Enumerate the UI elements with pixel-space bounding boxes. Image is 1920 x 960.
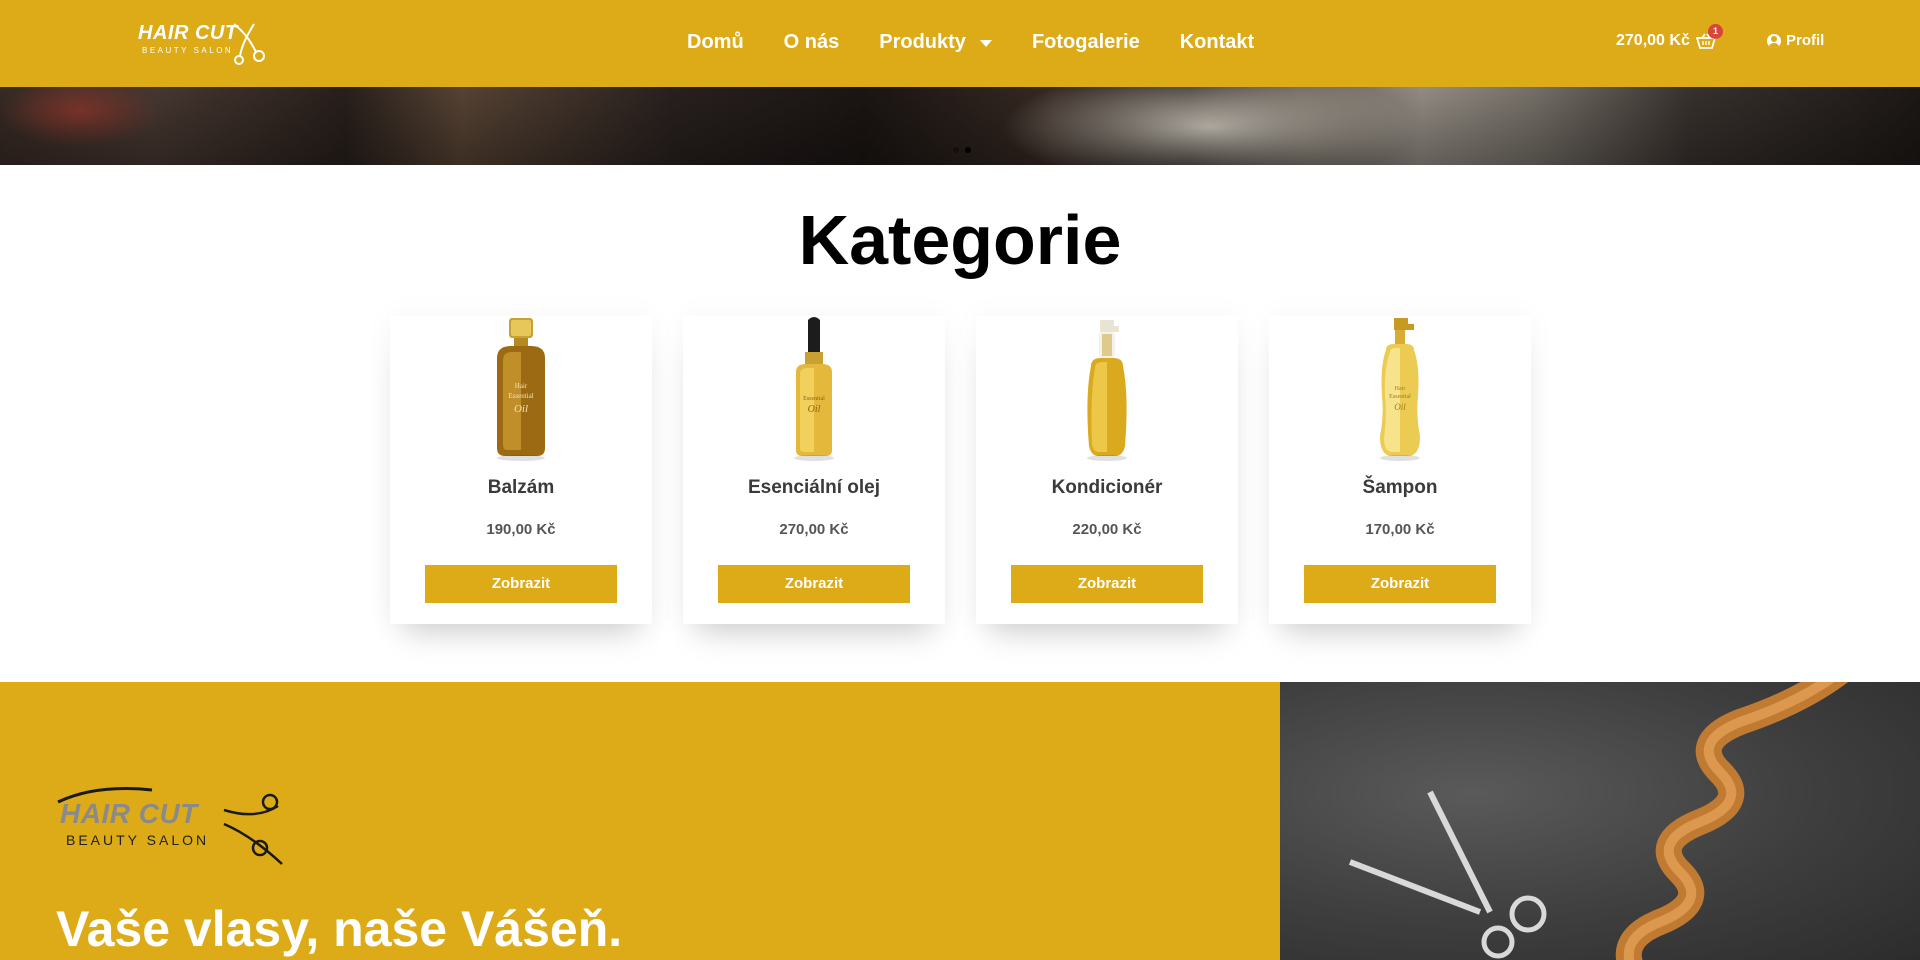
main-nav: Domů O nás Produkty Fotogalerie Kontakt [687,29,1294,55]
category-name[interactable]: Šampon [1269,477,1531,499]
logo[interactable]: HAIR CUT BEAUTY SALON [136,18,266,68]
view-button[interactable]: Zobrazit [1011,565,1203,603]
nav-item-gallery[interactable]: Fotogalerie [1032,31,1140,54]
nav-item-contact[interactable]: Kontakt [1180,31,1254,54]
slider-dot[interactable] [953,147,959,153]
svg-text:Essential: Essential [508,392,533,400]
profile-link[interactable]: Profil [1767,32,1824,49]
product-image[interactable]: Hair Essential Oil [390,316,652,462]
category-name[interactable]: Esenciální olej [683,477,945,499]
nav-label: Kontakt [1179,30,1255,53]
svg-text:Oil: Oil [808,404,821,415]
promo-image [1280,682,1920,960]
view-button[interactable]: Zobrazit [718,565,910,603]
category-name[interactable]: Kondicionér [976,477,1238,499]
svg-text:Oil: Oil [1394,402,1406,412]
svg-text:Oil: Oil [514,403,528,415]
category-price: 190,00 Kč [486,521,556,538]
category-name[interactable]: Balzám [390,477,652,499]
shampoo-bottle-icon: Hair Essential Oil [1380,318,1420,461]
category-price: 220,00 Kč [1072,521,1142,538]
nav-label: Produkty [879,30,966,53]
cart-total: 270,00 Kč [1616,32,1690,49]
hero-overlay [0,87,1920,165]
promo-logo-sub: BEAUTY SALON [66,832,210,848]
svg-text:Essential: Essential [803,396,825,402]
svg-text:Hair: Hair [1395,386,1406,392]
category-card: Essential Oil Esenciální olej 270,00 Kč … [683,316,945,624]
slider-dot-active[interactable] [965,147,971,153]
product-image[interactable]: Hair Essential Oil [1269,316,1531,462]
nav-label: Domů [687,30,744,53]
category-price: 170,00 Kč [1365,521,1435,538]
category-card: Hair Essential Oil Balzám 190,00 Kč Zobr… [390,316,652,624]
site-header: HAIR CUT BEAUTY SALON Domů O nás Produkt… [0,0,1920,87]
promo-tagline: Vaše vlasy, naše Vášeň. [56,901,623,957]
product-image[interactable] [976,316,1238,462]
promo-logo-brand: HAIR CUT [60,798,198,829]
svg-text:Essential: Essential [1389,394,1411,400]
logo-sub-text: BEAUTY SALON [142,46,234,55]
slider-dots [953,147,977,153]
cart-count-badge: 1 [1708,24,1723,39]
nav-item-about[interactable]: O nás [784,31,840,54]
category-card: Hair Essential Oil Šampon 170,00 Kč Zobr… [1269,316,1531,624]
cart-button[interactable]: 270,00 Kč [1616,32,1717,50]
scissors-icon [233,23,265,65]
nav-label: Fotogalerie [1031,30,1140,53]
oil-bottle-icon: Hair Essential Oil [497,318,545,461]
chevron-down-icon [979,39,992,47]
promo-logo: HAIR CUT BEAUTY SALON [56,780,286,870]
nav-label: O nás [783,30,840,53]
pump-bottle-icon [1087,320,1127,461]
category-card: Kondicionér 220,00 Kč Zobrazit [976,316,1238,624]
nav-item-home[interactable]: Domů [687,31,744,54]
logo-brand-text: HAIR CUT [138,22,238,44]
svg-text:Hair: Hair [515,382,528,390]
profile-label: Profil [1786,32,1825,49]
category-price: 270,00 Kč [779,521,849,538]
hero-slider [0,87,1920,165]
section-title: Kategorie [798,201,1122,279]
product-image[interactable]: Essential Oil [683,316,945,462]
view-button[interactable]: Zobrazit [1304,565,1496,603]
nav-item-products[interactable]: Produkty [879,31,992,54]
user-icon [1767,33,1781,48]
hair-curl-scissors-image [1348,682,1849,960]
dropper-bottle-icon: Essential Oil [794,317,834,461]
view-button[interactable]: Zobrazit [425,565,617,603]
